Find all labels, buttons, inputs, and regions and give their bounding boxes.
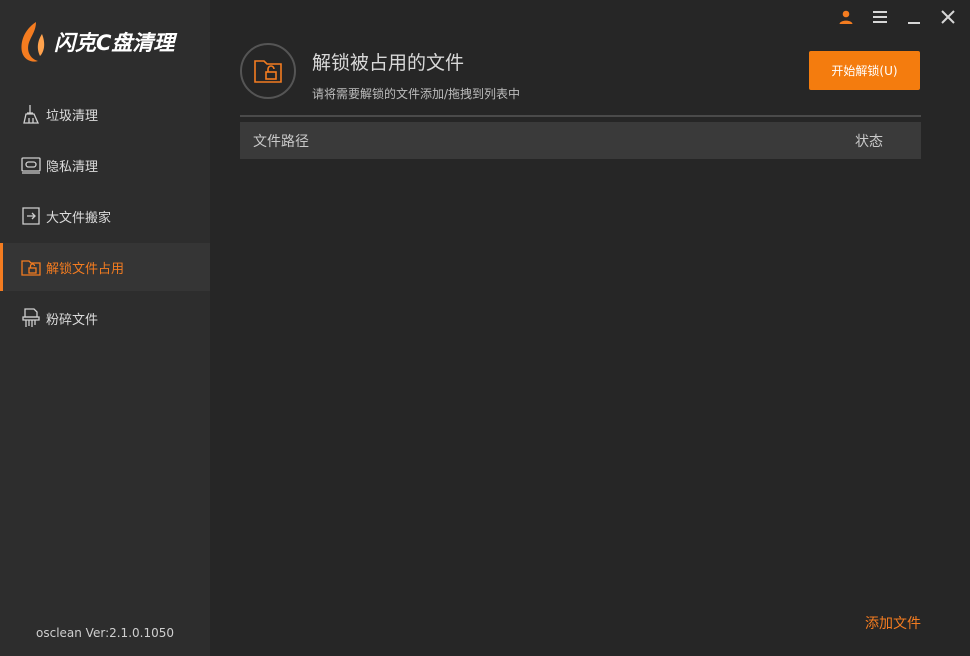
page-title: 解锁被占用的文件 (312, 52, 465, 74)
user-button[interactable] (834, 6, 858, 28)
app-title: 闪克C盘清理 (54, 31, 175, 55)
move-file-icon (20, 205, 42, 227)
sidebar-item-unlock-file[interactable]: 解锁文件占用 (0, 243, 210, 291)
menu-button[interactable] (868, 6, 892, 28)
flame-logo-icon (21, 22, 45, 62)
add-file-link[interactable]: 添加文件 (865, 613, 921, 633)
sidebar-item-label: 隐私清理 (46, 159, 99, 175)
page-subtitle: 请将需要解锁的文件添加/拖拽到列表中 (312, 87, 521, 101)
shredder-icon (20, 307, 42, 329)
broom-icon (20, 103, 42, 125)
menu-icon (873, 11, 887, 23)
window-controls (834, 6, 960, 28)
sidebar-item-label: 垃圾清理 (46, 108, 99, 124)
sidebar-item-junk-clean[interactable]: 垃圾清理 (0, 90, 210, 138)
sidebar-item-label: 大文件搬家 (46, 210, 112, 226)
unlock-folder-icon (20, 256, 42, 278)
minimize-icon (908, 22, 920, 24)
privacy-icon (20, 154, 42, 176)
column-status[interactable]: 状态 (855, 131, 883, 151)
sidebar: 闪克C盘清理 垃圾清理 隐私清理 大文件搬家 解锁文件占用 粉碎文件 oscle… (0, 0, 210, 656)
start-unlock-button[interactable]: 开始解锁(U) (809, 51, 920, 90)
version-label: osclean Ver:2.1.0.1050 (36, 626, 174, 640)
sidebar-item-label: 粉碎文件 (46, 312, 99, 328)
close-icon (941, 10, 955, 24)
sidebar-nav: 垃圾清理 隐私清理 大文件搬家 解锁文件占用 粉碎文件 (0, 90, 210, 345)
unlock-folder-icon (240, 43, 296, 99)
user-icon (839, 10, 853, 24)
sidebar-item-shred-file[interactable]: 粉碎文件 (0, 294, 210, 342)
column-file-path[interactable]: 文件路径 (253, 131, 309, 151)
sidebar-item-label: 解锁文件占用 (46, 261, 125, 277)
app-logo: 闪克C盘清理 (16, 18, 174, 66)
sidebar-item-privacy-clean[interactable]: 隐私清理 (0, 141, 210, 189)
file-table-header: 文件路径 状态 (240, 122, 921, 159)
close-button[interactable] (936, 6, 960, 28)
sidebar-item-large-file-move[interactable]: 大文件搬家 (0, 192, 210, 240)
file-list-drop-area[interactable] (240, 159, 921, 599)
minimize-button[interactable] (902, 6, 926, 28)
header-divider (240, 115, 921, 117)
